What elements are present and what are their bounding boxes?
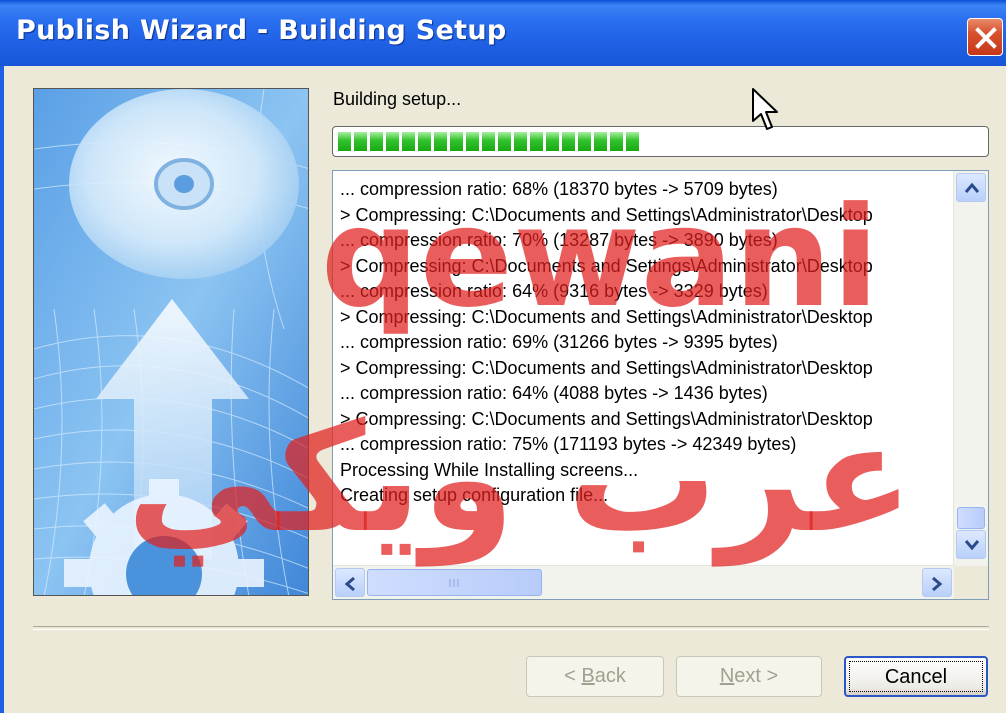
cancel-button-label: Cancel bbox=[884, 666, 948, 688]
next-button-label: ext > bbox=[734, 665, 779, 687]
publish-wizard-window: Publish Wizard - Building Setup Building… bbox=[0, 0, 1006, 713]
progress-segment bbox=[482, 132, 495, 151]
chevron-left-icon bbox=[344, 576, 355, 592]
progress-segment bbox=[402, 132, 415, 151]
scroll-down-button[interactable] bbox=[956, 530, 986, 559]
progress-segment bbox=[626, 132, 639, 151]
title-bar[interactable]: Publish Wizard - Building Setup bbox=[0, 0, 1006, 66]
chevron-right-icon bbox=[932, 576, 943, 592]
log-line: > Compressing: C:\Documents and Settings… bbox=[340, 204, 873, 225]
log-line: ... compression ratio: 68% (18370 bytes … bbox=[340, 179, 778, 199]
progress-segment bbox=[354, 132, 367, 151]
log-line: > Compressing: C:\Documents and Settings… bbox=[340, 306, 873, 327]
back-button-accesskey: B bbox=[581, 665, 595, 687]
progress-fill bbox=[338, 132, 639, 151]
progress-bar bbox=[332, 126, 989, 157]
progress-segment bbox=[466, 132, 479, 151]
log-lines: ... compression ratio: 68% (18370 bytes … bbox=[340, 177, 955, 509]
wizard-banner-image bbox=[33, 88, 309, 596]
back-button-label: ack bbox=[594, 665, 626, 687]
log-line: ... compression ratio: 69% (31266 bytes … bbox=[340, 332, 778, 352]
next-button[interactable]: Next > bbox=[676, 656, 822, 697]
progress-segment bbox=[610, 132, 623, 151]
log-line: ... compression ratio: 64% (9316 bytes -… bbox=[340, 281, 768, 301]
log-line: ... compression ratio: 64% (4088 bytes -… bbox=[340, 383, 768, 403]
log-line: > Compressing: C:\Documents and Settings… bbox=[340, 408, 873, 429]
progress-segment bbox=[578, 132, 591, 151]
progress-segment bbox=[514, 132, 527, 151]
scroll-up-button[interactable] bbox=[956, 173, 986, 202]
vertical-scroll-thumb[interactable] bbox=[957, 507, 985, 529]
grip-icon bbox=[449, 579, 459, 587]
log-line: ... compression ratio: 75% (171193 bytes… bbox=[340, 434, 797, 454]
chevron-up-icon bbox=[964, 182, 980, 193]
separator bbox=[33, 626, 989, 630]
horizontal-scroll-thumb[interactable] bbox=[367, 569, 542, 596]
log-line: Processing While Installing screens... bbox=[340, 459, 639, 480]
close-icon bbox=[975, 27, 997, 49]
back-button-prefix: < bbox=[564, 665, 582, 687]
progress-segment bbox=[594, 132, 607, 151]
scroll-left-button[interactable] bbox=[335, 568, 365, 597]
horizontal-scrollbar[interactable] bbox=[333, 565, 955, 599]
next-button-accesskey: N bbox=[719, 665, 735, 687]
progress-segment bbox=[370, 132, 383, 151]
scrollbar-corner bbox=[954, 566, 988, 599]
progress-segment bbox=[418, 132, 431, 151]
vertical-scrollbar[interactable] bbox=[953, 171, 988, 567]
chevron-down-icon bbox=[964, 540, 980, 551]
progress-segment bbox=[450, 132, 463, 151]
window-title: Publish Wizard - Building Setup bbox=[16, 15, 507, 46]
log-line: ... compression ratio: 70% (13287 bytes … bbox=[340, 230, 778, 250]
status-label: Building setup... bbox=[333, 89, 462, 109]
progress-segment bbox=[338, 132, 351, 151]
build-log[interactable]: ... compression ratio: 68% (18370 bytes … bbox=[332, 170, 989, 600]
progress-segment bbox=[498, 132, 511, 151]
log-line: Creating setup configuration file... bbox=[340, 485, 609, 505]
progress-segment bbox=[530, 132, 543, 151]
progress-segment bbox=[386, 132, 399, 151]
progress-segment bbox=[562, 132, 575, 151]
scroll-right-button[interactable] bbox=[922, 568, 952, 597]
close-button[interactable] bbox=[967, 18, 1003, 56]
progress-segment bbox=[546, 132, 559, 151]
mouse-pointer-icon bbox=[752, 88, 778, 130]
back-button[interactable]: < Back bbox=[526, 656, 664, 697]
cancel-button[interactable]: Cancel bbox=[844, 656, 988, 697]
log-line: > Compressing: C:\Documents and Settings… bbox=[340, 255, 873, 276]
progress-segment bbox=[434, 132, 447, 151]
log-line: > Compressing: C:\Documents and Settings… bbox=[340, 357, 873, 378]
window-frame-left bbox=[0, 66, 4, 713]
